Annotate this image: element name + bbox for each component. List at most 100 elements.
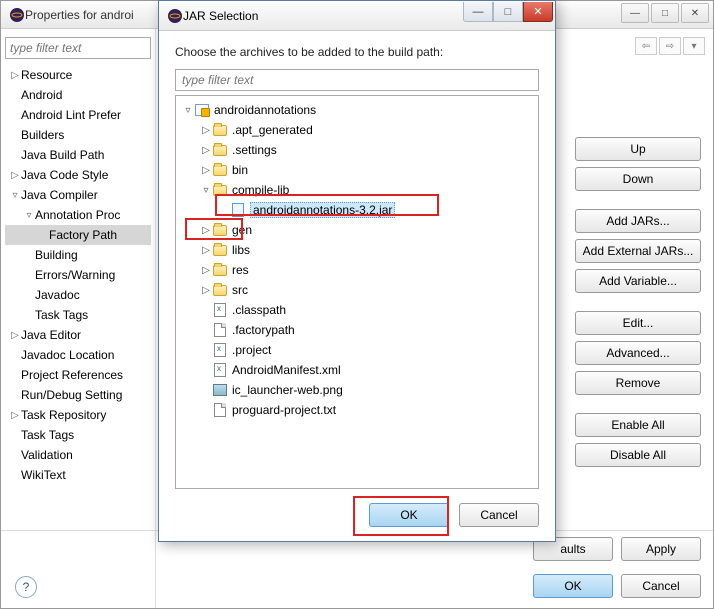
tree-item[interactable]: AndroidManifest.xml: [178, 360, 536, 380]
up-button[interactable]: Up: [575, 137, 701, 161]
tree-item-label: .factorypath: [232, 323, 295, 337]
folder-icon: [212, 282, 228, 298]
tree-item-label: Resource: [21, 68, 72, 82]
tree-item[interactable]: Java Build Path: [5, 145, 151, 165]
tree-item[interactable]: ▷Java Code Style: [5, 165, 151, 185]
tree-item-label: Run/Debug Setting: [21, 388, 122, 402]
image-file-icon: [212, 382, 228, 398]
tree-item[interactable]: Project References: [5, 365, 151, 385]
tree-item[interactable]: ▿ androidannotations: [178, 100, 536, 120]
tree-item[interactable]: Javadoc: [5, 285, 151, 305]
expand-arrow-icon: ▿: [200, 185, 212, 196]
add-jars-button[interactable]: Add JARs...: [575, 209, 701, 233]
tree-item[interactable]: ic_launcher-web.png: [178, 380, 536, 400]
add-variable-button[interactable]: Add Variable...: [575, 269, 701, 293]
tree-item[interactable]: ▿Annotation Proc: [5, 205, 151, 225]
tree-item-label: Factory Path: [49, 228, 117, 242]
tree-item[interactable]: ▷libs: [178, 240, 536, 260]
highlight-selected-jar: [215, 194, 439, 216]
tree-item-label: Task Repository: [21, 408, 106, 422]
dialog-tree[interactable]: ▿androidannotations▷.apt_generated▷.sett…: [178, 100, 536, 420]
properties-ok-button[interactable]: OK: [533, 574, 613, 598]
disable-all-button[interactable]: Disable All: [575, 443, 701, 467]
tree-item[interactable]: Building: [5, 245, 151, 265]
tree-item[interactable]: ▷Resource: [5, 65, 151, 85]
tree-item-label: Annotation Proc: [35, 208, 120, 222]
nav-forward-button[interactable]: ⇨: [659, 37, 681, 55]
tree-item[interactable]: ▷src: [178, 280, 536, 300]
add-external-jars-button[interactable]: Add External JARs...: [575, 239, 701, 263]
apply-button[interactable]: Apply: [621, 537, 701, 561]
tree-item[interactable]: Factory Path: [5, 225, 151, 245]
enable-all-button[interactable]: Enable All: [575, 413, 701, 437]
tree-item[interactable]: Task Tags: [5, 305, 151, 325]
tree-item-label: Java Editor: [21, 328, 81, 342]
sidebar-filter-input[interactable]: [5, 37, 151, 59]
properties-nav: ⇦ ⇨ ▾: [635, 37, 705, 55]
advanced-button[interactable]: Advanced...: [575, 341, 701, 365]
tree-item-label: Javadoc: [35, 288, 80, 302]
nav-menu-button[interactable]: ▾: [683, 37, 705, 55]
dialog-filter-input[interactable]: [175, 69, 539, 91]
expand-arrow-icon: ▷: [9, 330, 21, 341]
tree-item[interactable]: ▷ .apt_generated: [178, 120, 536, 140]
expand-arrow-icon: ▷: [200, 125, 212, 136]
help-button[interactable]: ?: [15, 576, 37, 598]
tree-item[interactable]: .project: [178, 340, 536, 360]
expand-arrow-icon: ▷: [200, 265, 212, 276]
tree-item-label: androidannotations: [214, 103, 316, 117]
expand-arrow-icon: ▷: [9, 410, 21, 421]
tree-item[interactable]: ▷Java Editor: [5, 325, 151, 345]
highlight-gen-folder: [185, 218, 243, 240]
dialog-cancel-button[interactable]: Cancel: [459, 503, 539, 527]
tree-item[interactable]: proguard-project.txt: [178, 400, 536, 420]
down-button[interactable]: Down: [575, 167, 701, 191]
remove-button[interactable]: Remove: [575, 371, 701, 395]
tree-item-label: .settings: [232, 143, 277, 157]
tree-item[interactable]: Builders: [5, 125, 151, 145]
tree-item-label: Task Tags: [35, 308, 88, 322]
dialog-close-button[interactable]: ✕: [523, 2, 553, 22]
tree-item[interactable]: ▿Java Compiler: [5, 185, 151, 205]
tree-item[interactable]: .factorypath: [178, 320, 536, 340]
tree-item[interactable]: WikiText: [5, 465, 151, 485]
minimize-button[interactable]: —: [621, 3, 649, 23]
eclipse-icon: [9, 7, 25, 23]
tree-item[interactable]: Task Tags: [5, 425, 151, 445]
tree-item[interactable]: Validation: [5, 445, 151, 465]
nav-back-button[interactable]: ⇦: [635, 37, 657, 55]
expand-arrow-icon: ▿: [182, 105, 194, 116]
xml-file-icon: [212, 362, 228, 378]
tree-item[interactable]: Android Lint Prefer: [5, 105, 151, 125]
properties-cancel-button[interactable]: Cancel: [621, 574, 701, 598]
tree-item-label: Java Code Style: [21, 168, 108, 182]
tree-item[interactable]: Run/Debug Setting: [5, 385, 151, 405]
expand-arrow-icon: ▷: [200, 285, 212, 296]
close-button[interactable]: ✕: [681, 3, 709, 23]
folder-icon: [212, 162, 228, 178]
tree-item[interactable]: Errors/Warning: [5, 265, 151, 285]
tree-item-label: res: [232, 263, 249, 277]
tree-item[interactable]: ▷ res: [178, 260, 536, 280]
tree-item-label: Javadoc Location: [21, 348, 114, 362]
tree-item-label: .classpath: [232, 303, 286, 317]
expand-arrow-icon: ▿: [9, 190, 21, 201]
tree-item-label: bin: [232, 163, 248, 177]
properties-tree[interactable]: ▷ResourceAndroidAndroid Lint PreferBuild…: [5, 65, 151, 485]
tree-item-label: Project References: [21, 368, 123, 382]
jar-selection-dialog: JAR Selection — □ ✕ Choose the archives …: [158, 0, 556, 542]
dialog-tree-container: ▿androidannotations▷.apt_generated▷.sett…: [175, 95, 539, 489]
edit-button[interactable]: Edit...: [575, 311, 701, 335]
tree-item[interactable]: Javadoc Location: [5, 345, 151, 365]
tree-item[interactable]: Android: [5, 85, 151, 105]
tree-item-label: AndroidManifest.xml: [232, 363, 341, 377]
expand-arrow-icon: ▷: [9, 70, 21, 81]
dialog-maximize-button[interactable]: □: [493, 2, 523, 22]
tree-item[interactable]: ▷bin: [178, 160, 536, 180]
dialog-minimize-button[interactable]: —: [463, 2, 493, 22]
tree-item[interactable]: ▷Task Repository: [5, 405, 151, 425]
tree-item[interactable]: .classpath: [178, 300, 536, 320]
tree-item[interactable]: ▷.settings: [178, 140, 536, 160]
maximize-button[interactable]: □: [651, 3, 679, 23]
tree-item-label: .apt_generated: [232, 123, 313, 137]
